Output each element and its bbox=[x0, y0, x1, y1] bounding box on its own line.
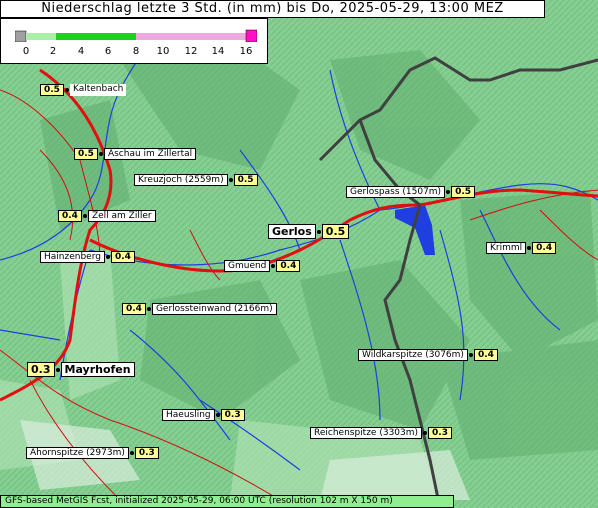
precip-value: 0.5 bbox=[321, 224, 350, 239]
place-label: Aschau im Zillertal bbox=[103, 148, 197, 160]
place-label: Hainzenberg bbox=[40, 251, 105, 263]
place-haeusling: Haeusling 0.3 bbox=[162, 409, 245, 421]
legend-tick: 10 bbox=[156, 46, 170, 57]
precip-value: 0.5 bbox=[233, 174, 258, 186]
precip-value: 0.3 bbox=[27, 362, 55, 377]
legend-tick: 16 bbox=[239, 46, 253, 57]
place-label: Wildkarspitze (3076m) bbox=[358, 349, 468, 361]
place-label: Haeusling bbox=[162, 409, 215, 421]
precip-value: 0.4 bbox=[110, 251, 135, 263]
precip-value: 0.5 bbox=[451, 186, 476, 198]
place-label: Gerlospass (1507m) bbox=[346, 186, 446, 198]
legend-tick: 6 bbox=[104, 46, 112, 57]
map-title: Niederschlag letzte 3 Std. (in mm) bis D… bbox=[0, 0, 545, 18]
precipitation-legend: 0 2 4 6 8 10 12 14 16 bbox=[0, 18, 268, 64]
legend-tick: 8 bbox=[132, 46, 140, 57]
legend-tick: 4 bbox=[77, 46, 85, 57]
place-label: Gerlossteinwand (2166m) bbox=[151, 303, 277, 315]
place-label: Reichenspitze (3303m) bbox=[310, 427, 423, 439]
place-kaltenbach: 0.5 Kaltenbach bbox=[40, 84, 127, 96]
place-zell-am-ziller: 0.4 Zell am Ziller bbox=[58, 210, 156, 222]
place-gerlos: Gerlos 0.5 bbox=[268, 224, 350, 239]
place-label: Krimml bbox=[486, 242, 527, 254]
legend-tick: 2 bbox=[49, 46, 57, 57]
place-gerlossteinwand: 0.4 Gerlossteinwand (2166m) bbox=[122, 303, 277, 315]
place-aschau: 0.5 Aschau im Zillertal bbox=[74, 148, 197, 160]
legend-tick: 12 bbox=[184, 46, 198, 57]
precip-value: 0.4 bbox=[532, 242, 557, 254]
place-hainzenberg: Hainzenberg 0.4 bbox=[40, 251, 135, 263]
precip-value: 0.3 bbox=[220, 409, 245, 421]
place-label: Ahornspitze (2973m) bbox=[26, 447, 129, 459]
precip-value: 0.3 bbox=[428, 427, 452, 439]
place-ahornspitze: Ahornspitze (2973m) 0.3 bbox=[26, 447, 159, 459]
place-mayrhofen: 0.3 Mayrhofen bbox=[27, 362, 135, 377]
place-label: Gmuend bbox=[224, 260, 271, 272]
precip-value: 0.3 bbox=[134, 447, 159, 459]
forecast-footer: GFS-based MetGIS Fcst, initialized 2025-… bbox=[0, 495, 454, 508]
place-gerlospass: Gerlospass (1507m) 0.5 bbox=[346, 186, 476, 198]
place-wildkarspitze: Wildkarspitze (3076m) 0.4 bbox=[358, 349, 498, 361]
place-label: Kreuzjoch (2559m) bbox=[134, 174, 228, 186]
place-gmuend: Gmuend 0.4 bbox=[224, 260, 301, 272]
precip-value: 0.4 bbox=[473, 349, 498, 361]
legend-tick: 0 bbox=[22, 46, 30, 57]
place-label: Zell am Ziller bbox=[87, 210, 156, 222]
precip-value: 0.4 bbox=[276, 260, 301, 272]
legend-colorbar bbox=[15, 29, 257, 42]
legend-tick: 14 bbox=[211, 46, 225, 57]
place-label: Kaltenbach bbox=[69, 84, 127, 96]
place-label: Gerlos bbox=[268, 224, 316, 239]
place-reichenspitze: Reichenspitze (3303m) 0.3 bbox=[310, 427, 452, 439]
precip-value: 0.5 bbox=[40, 84, 64, 96]
place-label: Mayrhofen bbox=[60, 362, 135, 377]
precip-value: 0.4 bbox=[122, 303, 146, 315]
precip-value: 0.5 bbox=[74, 148, 98, 160]
place-kreuzjoch: Kreuzjoch (2559m) 0.5 bbox=[134, 174, 258, 186]
place-krimml: Krimml 0.4 bbox=[486, 242, 557, 254]
precip-value: 0.4 bbox=[58, 210, 82, 222]
